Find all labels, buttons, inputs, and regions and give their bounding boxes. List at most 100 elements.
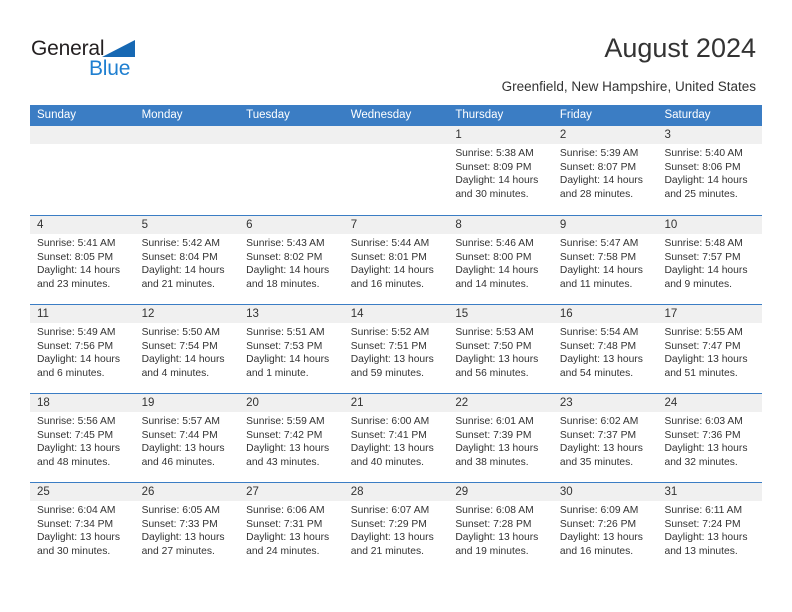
day-detail-line: Daylight: 13 hours [37, 443, 120, 455]
day-details: Sunrise: 5:42 AM Sunset: 8:04 PM Daylight:… [135, 234, 240, 291]
day-detail-line: Daylight: 14 hours [455, 175, 539, 187]
day-cell-21[interactable]: 21 Sunrise: 6:00 AM Sunset: 7:41 PM Dayligh… [343, 394, 449, 482]
day-detail-line: Daylight: 14 hours [455, 265, 539, 277]
day-detail-line: Sunrise: 5:43 AM [246, 238, 325, 249]
day-number: 23 [552, 394, 658, 412]
day-detail-line: Sunrise: 6:09 AM [559, 505, 639, 516]
day-detail-line: Daylight: 14 hours [141, 265, 225, 277]
day-number: 3 [657, 126, 763, 144]
day-number: 2 [552, 126, 658, 144]
day-detail-line: Sunrise: 5:54 AM [559, 327, 639, 338]
day-cell-6[interactable]: 6 Sunrise: 5:43 AM Sunset: 8:02 PM Daylight… [239, 216, 344, 304]
day-cell-22[interactable]: 22 Sunrise: 6:01 AM Sunset: 7:39 PM Dayligh… [448, 394, 553, 482]
day-cell-24[interactable]: 24 Sunrise: 6:03 AM Sunset: 7:36 PM Dayligh… [657, 394, 763, 482]
day-details: Sunrise: 6:08 AM Sunset: 7:28 PM Daylight:… [448, 501, 553, 558]
day-cell-14[interactable]: 14 Sunrise: 5:52 AM Sunset: 7:51 PM Dayligh… [343, 305, 449, 393]
day-detail-line: Daylight: 14 hours [246, 354, 330, 366]
day-cell-30[interactable]: 30 Sunrise: 6:09 AM Sunset: 7:26 PM Dayligh… [552, 483, 658, 571]
day-detail-line: Sunrise: 5:44 AM [350, 238, 430, 249]
day-detail-line: and 19 minutes. [455, 545, 529, 557]
day-cell-16[interactable]: 16 Sunrise: 5:54 AM Sunset: 7:48 PM Dayligh… [552, 305, 658, 393]
day-detail-line: and 14 minutes. [455, 278, 529, 290]
weekday-header-sunday: Sunday [37, 109, 77, 121]
day-cell-31[interactable]: 31 Sunrise: 6:11 AM Sunset: 7:24 PM Dayligh… [657, 483, 763, 571]
day-detail-line: Sunrise: 6:02 AM [559, 416, 639, 427]
day-cell-27[interactable]: 27 Sunrise: 6:06 AM Sunset: 7:31 PM Dayligh… [239, 483, 344, 571]
day-cell-15[interactable]: 15 Sunrise: 5:53 AM Sunset: 7:50 PM Dayligh… [448, 305, 553, 393]
day-details: Sunrise: 6:07 AM Sunset: 7:29 PM Daylight:… [344, 501, 449, 558]
day-cell-1[interactable]: 1 Sunrise: 5:38 AM Sunset: 8:09 PM Daylight… [448, 126, 553, 215]
day-cell-7[interactable]: 7 Sunrise: 5:44 AM Sunset: 8:01 PM Daylight… [343, 216, 449, 304]
calendar-page: General Blue August 2024 Greenfield, New… [0, 0, 792, 612]
day-cell-20[interactable]: 20 Sunrise: 5:59 AM Sunset: 7:42 PM Dayligh… [239, 394, 344, 482]
day-cell-12[interactable]: 12 Sunrise: 5:50 AM Sunset: 7:54 PM Dayligh… [134, 305, 240, 393]
day-detail-line: Sunrise: 5:42 AM [141, 238, 220, 249]
page-title: August 2024 [604, 33, 756, 63]
day-details: Sunrise: 5:54 AM Sunset: 7:48 PM Daylight:… [553, 323, 658, 380]
day-cell-11[interactable]: 11 Sunrise: 5:49 AM Sunset: 7:56 PM Dayligh… [30, 305, 135, 393]
day-details: Sunrise: 5:55 AM Sunset: 7:47 PM Daylight:… [657, 323, 762, 380]
day-details: Sunrise: 5:59 AM Sunset: 7:42 PM Daylight:… [239, 412, 344, 469]
day-detail-line: and 32 minutes. [664, 456, 738, 468]
day-detail-line: Sunrise: 6:00 AM [350, 416, 430, 427]
day-details: Sunrise: 5:46 AM Sunset: 8:00 PM Daylight:… [448, 234, 553, 291]
day-details: Sunrise: 5:51 AM Sunset: 7:53 PM Daylight:… [239, 323, 344, 380]
day-detail-line: Sunset: 8:00 PM [455, 251, 532, 263]
day-number: 28 [343, 483, 449, 501]
weekday-header-row: Sunday Monday Tuesday Wednesday Thursday Frid… [30, 105, 762, 126]
day-number: 19 [134, 394, 240, 412]
day-number: 9 [552, 216, 658, 234]
general-blue-logo[interactable]: General Blue [31, 37, 151, 83]
day-cell-25[interactable]: 25 Sunrise: 6:04 AM Sunset: 7:34 PM Dayligh… [30, 483, 135, 571]
day-cell-3[interactable]: 3 Sunrise: 5:40 AM Sunset: 8:06 PM Daylight… [657, 126, 763, 215]
day-cell-10[interactable]: 10 Sunrise: 5:48 AM Sunset: 7:57 PM Dayligh… [657, 216, 763, 304]
day-details [135, 144, 240, 147]
day-detail-line: Sunset: 7:31 PM [246, 518, 323, 530]
day-cell-18[interactable]: 18 Sunrise: 5:56 AM Sunset: 7:45 PM Dayligh… [30, 394, 135, 482]
day-detail-line: Daylight: 14 hours [664, 265, 748, 277]
day-cell-13[interactable]: 13 Sunrise: 5:51 AM Sunset: 7:53 PM Dayligh… [239, 305, 344, 393]
day-details: Sunrise: 5:41 AM Sunset: 8:05 PM Daylight:… [30, 234, 135, 291]
day-detail-line: Sunset: 7:54 PM [141, 340, 218, 352]
day-details: Sunrise: 6:00 AM Sunset: 7:41 PM Daylight:… [344, 412, 449, 469]
day-cell-23[interactable]: 23 Sunrise: 6:02 AM Sunset: 7:37 PM Dayligh… [552, 394, 658, 482]
day-number: 27 [239, 483, 344, 501]
day-detail-line: Sunrise: 5:41 AM [37, 238, 116, 249]
day-details: Sunrise: 6:04 AM Sunset: 7:34 PM Daylight:… [30, 501, 135, 558]
day-details: Sunrise: 5:49 AM Sunset: 7:56 PM Daylight:… [30, 323, 135, 380]
day-detail-line: Sunrise: 5:39 AM [559, 148, 639, 159]
day-detail-line: and 27 minutes. [141, 545, 215, 557]
day-detail-line: Sunrise: 5:49 AM [37, 327, 116, 338]
day-details: Sunrise: 6:05 AM Sunset: 7:33 PM Daylight:… [135, 501, 240, 558]
weekday-header-friday: Friday [559, 109, 592, 121]
day-cell-19[interactable]: 19 Sunrise: 5:57 AM Sunset: 7:44 PM Dayligh… [134, 394, 240, 482]
calendar-table: Sunday Monday Tuesday Wednesday Thursday Frid… [30, 105, 763, 571]
day-detail-line: Daylight: 14 hours [559, 265, 643, 277]
day-cell-4[interactable]: 4 Sunrise: 5:41 AM Sunset: 8:05 PM Daylight… [30, 216, 135, 304]
day-detail-line: Sunrise: 5:55 AM [664, 327, 743, 338]
day-number [30, 126, 135, 144]
weekday-header-tuesday: Tuesday [246, 109, 290, 121]
day-cell-28[interactable]: 28 Sunrise: 6:07 AM Sunset: 7:29 PM Dayligh… [343, 483, 449, 571]
day-cell-5[interactable]: 5 Sunrise: 5:42 AM Sunset: 8:04 PM Daylight… [134, 216, 240, 304]
day-detail-line: Sunset: 8:09 PM [455, 161, 532, 173]
day-detail-line: and 35 minutes. [559, 456, 634, 468]
day-cell-17[interactable]: 17 Sunrise: 5:55 AM Sunset: 7:47 PM Dayligh… [657, 305, 763, 393]
day-number: 1 [448, 126, 553, 144]
day-details: Sunrise: 5:50 AM Sunset: 7:54 PM Daylight:… [135, 323, 240, 380]
day-detail-line: and 54 minutes. [559, 367, 634, 379]
day-cell-26[interactable]: 26 Sunrise: 6:05 AM Sunset: 7:33 PM Dayligh… [134, 483, 240, 571]
day-details [344, 144, 449, 147]
day-number [239, 126, 344, 144]
day-cell-8[interactable]: 8 Sunrise: 5:46 AM Sunset: 8:00 PM Daylight… [448, 216, 553, 304]
day-detail-line: Sunrise: 6:07 AM [350, 505, 430, 516]
day-cell-9[interactable]: 9 Sunrise: 5:47 AM Sunset: 7:58 PM Daylight… [552, 216, 658, 304]
day-detail-line: Sunrise: 5:51 AM [246, 327, 325, 338]
day-detail-line: and 9 minutes. [664, 278, 733, 290]
day-detail-line: Sunset: 7:33 PM [141, 518, 218, 530]
day-cell-29[interactable]: 29 Sunrise: 6:08 AM Sunset: 7:28 PM Dayligh… [448, 483, 553, 571]
day-cell-2[interactable]: 2 Sunrise: 5:39 AM Sunset: 8:07 PM Daylight… [552, 126, 658, 215]
day-detail-line: and 48 minutes. [37, 456, 111, 468]
day-detail-line: Daylight: 14 hours [141, 354, 225, 366]
day-detail-line: Daylight: 13 hours [246, 532, 330, 544]
